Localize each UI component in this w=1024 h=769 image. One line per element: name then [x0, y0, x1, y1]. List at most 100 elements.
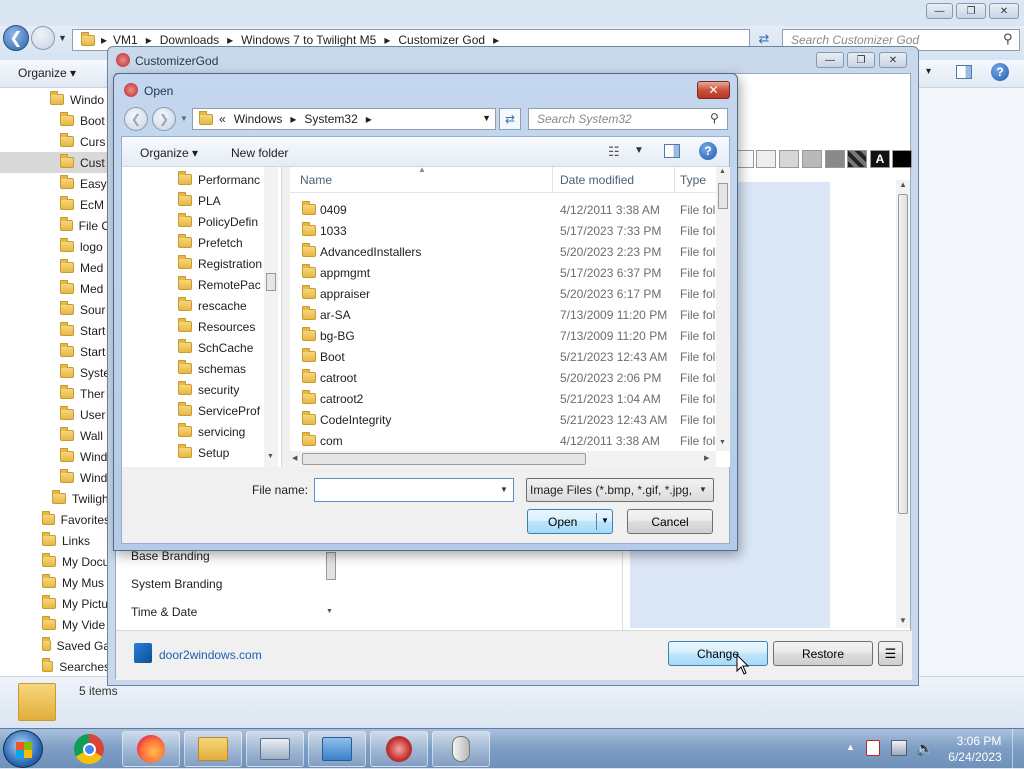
taskbar-firefox[interactable] [122, 731, 180, 767]
file-row[interactable]: catroot2 5/21/2023 1:04 AM File fol [290, 388, 720, 409]
menu-item[interactable]: System Branding [131, 577, 222, 591]
file-row[interactable]: bg-BG 7/13/2009 11:20 PM File fol [290, 325, 720, 346]
tree-item[interactable]: Wall [0, 425, 110, 446]
filename-dropdown-icon[interactable]: ▼ [500, 485, 508, 494]
file-row[interactable]: ar-SA 7/13/2009 11:20 PM File fol [290, 304, 720, 325]
website-link[interactable]: door2windows.com [159, 648, 262, 662]
scroll-thumb[interactable] [898, 194, 908, 514]
tree-item[interactable]: logo [0, 236, 110, 257]
menu-item[interactable]: Base Branding [131, 549, 210, 563]
tree-item[interactable]: Start [0, 320, 110, 341]
scroll-down-icon[interactable]: ▼ [899, 616, 907, 625]
scroll-up-icon[interactable]: ▲ [899, 180, 907, 189]
tree-item[interactable]: My Mus [0, 572, 110, 593]
taskbar-keyboard-app[interactable] [246, 731, 304, 767]
new-folder-button[interactable]: New folder [231, 146, 288, 160]
tree-item[interactable]: Wind [0, 467, 110, 488]
swatch-lightgray[interactable] [779, 150, 799, 168]
filename-input[interactable] [314, 478, 514, 502]
nav-folder-item[interactable]: security [178, 379, 264, 400]
clock-date[interactable]: 6/24/2023 [946, 750, 1004, 764]
nav-folder-item[interactable]: SchCache [178, 337, 264, 358]
tree-item[interactable]: Links [0, 530, 110, 551]
nav-folder-item[interactable]: RemotePac [178, 274, 264, 295]
menu-scroll-thumb[interactable] [326, 552, 336, 580]
restore-button[interactable]: Restore [773, 641, 873, 666]
tree-item[interactable]: Twiligh [0, 488, 110, 509]
dialog-close-button[interactable]: ✕ [697, 81, 730, 99]
nav-folder-item[interactable]: Performanc [178, 169, 264, 190]
clock-time[interactable]: 3:06 PM [955, 734, 1003, 748]
tree-item[interactable]: User [0, 404, 110, 425]
tree-item[interactable]: Curs [0, 131, 110, 152]
dialog-refresh-icon[interactable]: ⇄ [499, 108, 521, 130]
taskbar-mouse-app[interactable] [432, 731, 490, 767]
list-scroll-up-icon[interactable]: ▲ [719, 168, 726, 175]
view-dropdown-icon[interactable]: ▾ [926, 66, 931, 77]
nav-folder-item[interactable]: schemas [178, 358, 264, 379]
dialog-help-icon[interactable]: ? [699, 142, 717, 160]
tree-item[interactable]: Favorites [0, 509, 110, 530]
tree-item[interactable]: EcM [0, 194, 110, 215]
start-button[interactable] [3, 730, 43, 768]
list-hscroll-thumb[interactable] [302, 453, 586, 465]
tree-item[interactable]: My Pictu [0, 593, 110, 614]
file-row[interactable]: Boot 5/21/2023 12:43 AM File fol [290, 346, 720, 367]
nav-folder-item[interactable]: Registration [178, 253, 264, 274]
tree-item[interactable]: Start [0, 341, 110, 362]
file-row[interactable]: appmgmt 5/17/2023 6:37 PM File fol [290, 262, 720, 283]
action-center-icon[interactable] [866, 740, 880, 756]
forward-button[interactable] [31, 26, 55, 50]
breadcrumb-item[interactable]: Customizer God [398, 33, 485, 47]
list-scroll-down-icon[interactable]: ▼ [719, 439, 726, 446]
preview-pane-icon[interactable] [664, 144, 680, 158]
dialog-history-icon[interactable]: ▼ [180, 114, 188, 123]
tree-item[interactable]: File C [0, 215, 110, 236]
list-scroll-right-icon[interactable]: ▶ [704, 454, 709, 462]
tree-item[interactable]: My Docu [0, 551, 110, 572]
address-dropdown-icon[interactable]: ▼ [482, 113, 491, 123]
tree-item[interactable]: Easy [0, 173, 110, 194]
organize-menu[interactable]: Organize ▾ [18, 66, 76, 80]
open-dropdown-icon[interactable]: ▼ [601, 516, 609, 525]
tree-item[interactable]: Sour [0, 299, 110, 320]
column-date[interactable]: Date modified [560, 173, 634, 187]
tree-item[interactable]: Searches [0, 656, 110, 677]
swatch-gray[interactable] [802, 150, 822, 168]
nav-folder-item[interactable]: Prefetch [178, 232, 264, 253]
taskbar-control-panel[interactable] [308, 731, 366, 767]
breadcrumb-item[interactable]: VM1 [113, 33, 138, 47]
tree-item[interactable]: My Vide [0, 614, 110, 635]
close-button[interactable]: ✕ [989, 3, 1019, 19]
network-icon[interactable] [891, 740, 907, 756]
menu-scroll-down-icon[interactable]: ▼ [326, 608, 333, 615]
tree-item-selected[interactable]: Cust [0, 152, 110, 173]
taskbar-customizergod[interactable] [370, 731, 428, 767]
nav-folder-item[interactable]: rescache [178, 295, 264, 316]
cancel-button[interactable]: Cancel [627, 509, 713, 534]
show-desktop-button[interactable] [1012, 729, 1024, 769]
dialog-back-button[interactable]: ❮ [124, 107, 148, 131]
nav-folder-item[interactable]: servicing [178, 421, 264, 442]
file-row[interactable]: appraiser 5/20/2023 6:17 PM File fol [290, 283, 720, 304]
breadcrumb-overflow-icon[interactable]: « [219, 112, 226, 126]
swatch-light[interactable] [756, 150, 776, 168]
breadcrumb-item[interactable]: Downloads [160, 33, 219, 47]
list-scroll-left-icon[interactable]: ◀ [292, 454, 297, 462]
file-type-filter[interactable]: Image Files (*.bmp, *.gif, *.jpg, ▼ [526, 478, 714, 502]
tree-item[interactable]: Wind [0, 446, 110, 467]
tree-scroll-down-icon[interactable]: ▼ [267, 453, 274, 460]
options-menu-button[interactable]: ☰ [878, 641, 903, 666]
maximize-button[interactable]: ❐ [956, 3, 986, 19]
swatch-checker[interactable] [847, 150, 867, 168]
tree-item[interactable]: Med [0, 278, 110, 299]
minimize-button[interactable]: — [926, 3, 953, 19]
dialog-search-input[interactable]: Search System32 [528, 108, 728, 130]
help-icon[interactable]: ? [991, 63, 1009, 81]
swatch-darkgray[interactable] [825, 150, 845, 168]
tray-show-hidden-icon[interactable]: ▲ [846, 742, 855, 752]
file-row[interactable]: AdvancedInstallers 5/20/2023 2:23 PM File … [290, 241, 720, 262]
swatch-text-icon[interactable]: A [870, 150, 890, 168]
list-hscrollbar[interactable]: ◀ ▶ [290, 451, 716, 467]
cg-minimize-button[interactable]: — [816, 52, 844, 68]
